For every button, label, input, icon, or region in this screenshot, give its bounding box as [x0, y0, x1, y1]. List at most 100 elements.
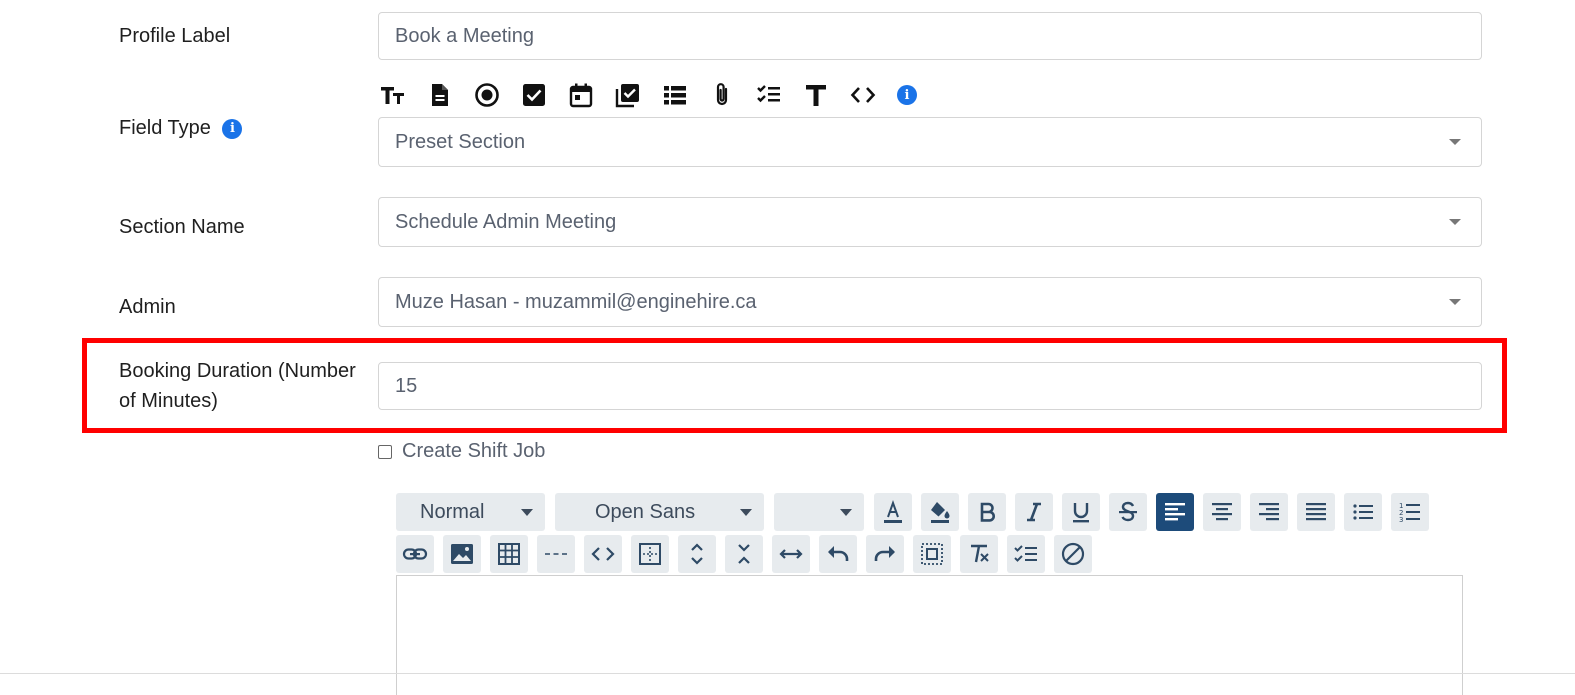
show-blocks-icon: [639, 543, 661, 565]
editor-toolbar-row-1: Normal Open Sans 123: [396, 493, 1438, 531]
field-type-value: Preset Section: [395, 130, 526, 153]
format-select-value: Normal: [420, 500, 485, 523]
section-name-label: Section Name: [119, 216, 245, 238]
align-right-icon: [1259, 503, 1279, 521]
italic-icon: [1027, 502, 1041, 522]
bold-icon: [980, 502, 995, 522]
collapse-vertical-icon: [738, 544, 750, 564]
horizontal-arrows-icon: [779, 549, 803, 559]
redo-icon: [874, 546, 895, 561]
chevron-down-icon: [1449, 219, 1461, 225]
align-left-button[interactable]: [1156, 493, 1194, 531]
font-select-value: Open Sans: [595, 500, 696, 523]
font-select[interactable]: Open Sans: [555, 493, 764, 531]
code-icon[interactable]: [850, 80, 897, 110]
checklist-button[interactable]: [1007, 535, 1045, 573]
create-shift-job-label: Create Shift Job: [402, 440, 546, 462]
bullet-list-button[interactable]: [1344, 493, 1382, 531]
calendar-icon[interactable]: [568, 80, 615, 110]
chevron-down-icon: [1449, 139, 1461, 145]
horizontal-rule-icon: [545, 553, 567, 555]
table-button[interactable]: [490, 535, 528, 573]
expand-vertical-button[interactable]: [678, 535, 716, 573]
checklist-icon: [1014, 545, 1037, 562]
table-icon: [498, 543, 520, 565]
section-name-value: Schedule Admin Meeting: [395, 210, 617, 233]
create-shift-job-row[interactable]: Create Shift Job: [378, 440, 545, 463]
clear-format-icon: [971, 544, 989, 563]
collapse-vertical-button[interactable]: [725, 535, 763, 573]
highlight-box: [82, 338, 1507, 433]
section-name-select[interactable]: Schedule Admin Meeting: [378, 197, 1482, 247]
font-size-select[interactable]: [774, 493, 864, 531]
undo-icon: [828, 546, 849, 561]
select-all-icon: [921, 543, 943, 565]
link-icon: [402, 548, 428, 560]
align-justify-button[interactable]: [1297, 493, 1335, 531]
underline-button[interactable]: [1062, 493, 1100, 531]
radio-icon[interactable]: [474, 80, 521, 110]
field-type-label: Field Type i: [119, 113, 243, 143]
editor-toolbar-row-2: [396, 535, 1101, 573]
numbered-list-icon: 123: [1399, 502, 1420, 524]
divider: [0, 673, 1575, 674]
list-icon[interactable]: [662, 80, 709, 110]
horizontal-rule-button[interactable]: [537, 535, 575, 573]
field-type-info-icon[interactable]: i: [222, 118, 243, 139]
image-button[interactable]: [443, 535, 481, 573]
profile-label-value: Book a Meeting: [395, 24, 534, 47]
disable-button[interactable]: [1054, 535, 1092, 573]
strikethrough-button[interactable]: [1109, 493, 1147, 531]
admin-label: Admin: [119, 296, 176, 318]
caret-down-icon: [740, 508, 752, 516]
show-blocks-button[interactable]: [631, 535, 669, 573]
bold-button[interactable]: [968, 493, 1006, 531]
document-icon[interactable]: [427, 80, 474, 110]
chevron-down-icon: [1449, 299, 1461, 305]
redo-button[interactable]: [866, 535, 904, 573]
align-right-button[interactable]: [1250, 493, 1288, 531]
prohibited-icon: [1061, 542, 1085, 566]
admin-select[interactable]: Muze Hasan - muzammil@enginehire.ca: [378, 277, 1482, 327]
code-view-button[interactable]: [584, 535, 622, 573]
field-type-label-text: Field Type: [119, 117, 211, 139]
editor-content-area[interactable]: [396, 575, 1463, 695]
field-type-select[interactable]: Preset Section: [378, 117, 1482, 167]
format-select[interactable]: Normal: [396, 493, 545, 531]
fullwidth-button[interactable]: [772, 535, 810, 573]
font-color-button[interactable]: [874, 493, 912, 531]
admin-value: Muze Hasan - muzammil@enginehire.ca: [395, 290, 757, 313]
text-icon[interactable]: [803, 80, 850, 110]
font-color-icon: [884, 500, 902, 523]
italic-button[interactable]: [1015, 493, 1053, 531]
code-icon: [591, 547, 615, 561]
numbered-list-button[interactable]: 123: [1391, 493, 1429, 531]
attachment-icon[interactable]: [709, 80, 756, 110]
align-center-icon: [1212, 503, 1232, 521]
create-shift-job-checkbox[interactable]: [378, 444, 392, 459]
background-color-button[interactable]: [921, 493, 959, 531]
image-icon: [451, 544, 473, 564]
strikethrough-icon: [1119, 501, 1137, 522]
link-button[interactable]: [396, 535, 434, 573]
field-type-icon-bar: i: [380, 80, 944, 110]
undo-button[interactable]: [819, 535, 857, 573]
paint-bucket-icon: [931, 502, 950, 523]
clear-format-button[interactable]: [960, 535, 998, 573]
svg-text:3: 3: [1399, 516, 1403, 524]
caret-down-icon: [840, 508, 852, 516]
align-center-button[interactable]: [1203, 493, 1241, 531]
checkbox-icon[interactable]: [521, 80, 568, 110]
info-icon[interactable]: i: [897, 80, 944, 110]
underline-icon: [1073, 503, 1089, 523]
profile-label-label: Profile Label: [119, 25, 231, 47]
caret-down-icon: [521, 508, 533, 516]
profile-label-input[interactable]: Book a Meeting: [378, 12, 1482, 60]
align-left-icon: [1165, 503, 1185, 521]
checklist-icon[interactable]: [756, 80, 803, 110]
text-size-icon[interactable]: [380, 80, 427, 110]
multi-checkbox-icon[interactable]: [615, 80, 662, 110]
align-justify-icon: [1306, 503, 1326, 521]
bullet-list-icon: [1353, 504, 1373, 520]
select-all-button[interactable]: [913, 535, 951, 573]
